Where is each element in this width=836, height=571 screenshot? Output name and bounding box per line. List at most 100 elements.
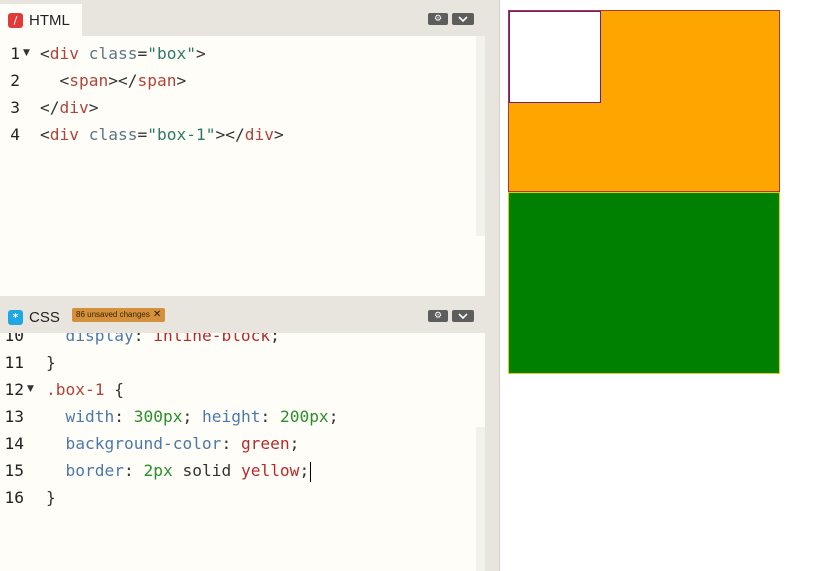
preview-box [508, 10, 780, 192]
code-token: < [40, 44, 50, 63]
code-line[interactable]: 1 ▼ <div class="box"> [0, 40, 485, 67]
line-number: 16 [4, 488, 25, 507]
css-file-icon: * [8, 309, 23, 325]
code-token: height [201, 407, 261, 426]
code-text: <span></span> [40, 67, 186, 94]
code-token: : [114, 407, 134, 426]
text-cursor [310, 461, 312, 482]
html-code-editor[interactable]: 1 ▼ <div class="box"> 2 <span></span> 3 </div… [0, 36, 485, 296]
line-number: 11 [4, 353, 25, 372]
code-token: ; [328, 407, 339, 426]
code-token: > [195, 44, 206, 63]
line-number: 15 [4, 461, 25, 480]
html-settings-button[interactable]: ⚙ [428, 13, 448, 25]
chevron-down-icon [458, 312, 468, 319]
code-token: 2px [143, 461, 173, 480]
html-editor-pane: / HTML ⚙ 1 ▼ <div class="box"> 2 <span></sp… [0, 0, 485, 296]
code-token: inline-block [153, 333, 271, 345]
code-token: } [46, 488, 56, 507]
code-token: : [123, 461, 144, 480]
code-token: class [88, 44, 138, 63]
pane-resize-divider[interactable] [485, 0, 500, 571]
preview-pane [500, 0, 836, 571]
code-token: : [133, 333, 154, 345]
code-text: <div class="box-1"></div> [40, 121, 284, 148]
line-number: 1 [10, 44, 20, 63]
code-line[interactable]: 4 <div class="box-1"></div> [0, 121, 485, 148]
css-settings-button[interactable]: ⚙ [428, 310, 448, 322]
css-editor-pane: * CSS 86 unsaved changes ✕ ⚙ 10 display:… [0, 297, 485, 571]
line-number: 14 [4, 434, 25, 453]
html-file-icon: / [8, 12, 23, 28]
code-text: .box-1 { [46, 376, 124, 403]
code-token: 200px [279, 407, 329, 426]
line-number: 3 [10, 98, 20, 117]
css-tab[interactable]: * CSS [0, 301, 72, 333]
css-code-editor[interactable]: 10 display: inline-block; 11} 12 ▼ .box-1 {1… [0, 333, 485, 571]
code-token: yellow [240, 461, 300, 480]
unsaved-changes-badge[interactable]: 86 unsaved changes ✕ [72, 308, 166, 322]
code-token: ; [270, 333, 280, 345]
code-line[interactable]: 13 width: 300px; height: 200px; [0, 403, 485, 430]
code-text: } [46, 484, 56, 511]
code-token: .box-1 [46, 380, 105, 399]
code-token: ; [182, 407, 202, 426]
code-text: </div> [40, 94, 99, 121]
html-tab[interactable]: / HTML [0, 4, 82, 36]
code-line[interactable]: 3 </div> [0, 94, 485, 121]
code-line[interactable]: 14 background-color: green; [0, 430, 485, 457]
css-tab-label: CSS [29, 308, 60, 326]
code-token: ; [289, 434, 300, 453]
preview-box-span [509, 11, 601, 103]
code-line[interactable]: 11} [0, 349, 485, 376]
code-token: div [49, 44, 79, 63]
dismiss-badge-icon[interactable]: ✕ [153, 308, 161, 322]
fold-toggle-icon[interactable]: ▼ [23, 40, 30, 67]
code-token: "box" [147, 44, 196, 63]
code-token: : [221, 434, 241, 453]
code-token: > [273, 125, 284, 144]
line-number: 10 [4, 333, 25, 345]
css-scrollbar[interactable] [476, 427, 485, 571]
code-line[interactable]: 10 display: inline-block; [0, 333, 485, 349]
code-token: class [88, 125, 138, 144]
unsaved-changes-label: 86 unsaved changes [76, 310, 150, 319]
gear-icon: ⚙ [433, 13, 443, 24]
html-pane-header: / HTML ⚙ [0, 0, 485, 36]
code-token: background-color [46, 434, 222, 453]
code-line[interactable]: 16} [0, 484, 485, 511]
editor-column: / HTML ⚙ 1 ▼ <div class="box"> 2 <span></sp… [0, 0, 500, 571]
code-text: display: inline-block; [46, 333, 280, 349]
code-token: ; [299, 461, 310, 480]
code-token: div [59, 98, 89, 117]
code-line[interactable]: 2 <span></span> [0, 67, 485, 94]
code-token: < [40, 125, 50, 144]
code-token: = [137, 44, 148, 63]
gear-icon: ⚙ [433, 310, 443, 321]
code-token: 300px [133, 407, 183, 426]
html-scrollbar[interactable] [476, 36, 485, 236]
code-token: div [244, 125, 274, 144]
code-text: width: 300px; height: 200px; [46, 403, 338, 430]
code-text: background-color: green; [46, 430, 299, 457]
code-line[interactable]: 12 ▼ .box-1 { [0, 376, 485, 403]
line-number: 12 [4, 380, 25, 399]
code-token: ></ [215, 125, 245, 144]
html-collapse-button[interactable] [452, 13, 474, 25]
css-collapse-button[interactable] [452, 310, 474, 322]
code-token: div [49, 125, 79, 144]
code-text: } [46, 349, 56, 376]
code-token: : [260, 407, 280, 426]
code-token: { [104, 380, 124, 399]
code-token: </ [40, 98, 60, 117]
line-number: 13 [4, 407, 25, 426]
code-line[interactable]: 15 border: 2px solid yellow; [0, 457, 485, 484]
code-token: < [40, 71, 70, 90]
code-token: = [137, 125, 148, 144]
code-token: solid [172, 461, 241, 480]
fold-toggle-icon[interactable]: ▼ [27, 376, 34, 403]
line-number: 4 [10, 125, 20, 144]
line-number: 2 [10, 71, 20, 90]
